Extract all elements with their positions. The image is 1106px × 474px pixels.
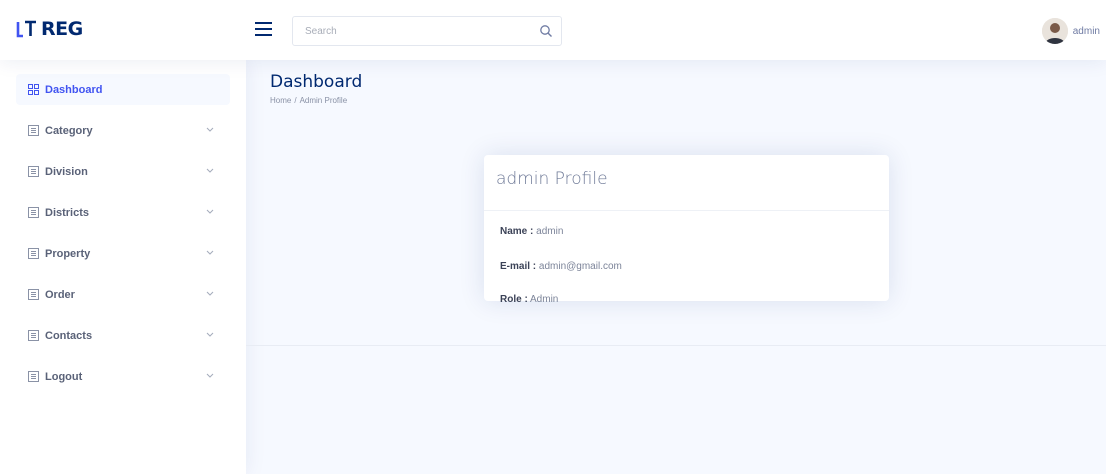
menu-toggle-icon[interactable]: [255, 22, 272, 36]
menu-icon: [28, 330, 39, 341]
field-label: E-mail :: [500, 261, 537, 272]
card-divider: [484, 210, 889, 211]
sidebar-item-property[interactable]: Property: [16, 238, 230, 269]
sidebar-item-label: Logout: [45, 370, 83, 383]
menu-icon: [28, 166, 39, 177]
sidebar: Dashboard Category Division Districts Pr…: [0, 60, 246, 474]
profile-role-field: Role : Admin: [500, 294, 558, 305]
sidebar-item-label: Order: [45, 288, 75, 301]
profile-username: admin: [1072, 25, 1100, 37]
logo-icon: [16, 20, 36, 38]
search-bar: [292, 16, 562, 46]
sidebar-item-districts[interactable]: Districts: [16, 197, 230, 228]
profile-email-field: E-mail : admin@gmail.com: [500, 261, 622, 272]
search-icon[interactable]: [539, 24, 553, 38]
field-value: Admin: [530, 294, 559, 305]
chevron-down-icon: [206, 332, 214, 337]
menu-icon: [28, 207, 39, 218]
sidebar-item-label: Dashboard: [45, 83, 103, 96]
sidebar-item-dashboard[interactable]: Dashboard: [16, 74, 230, 105]
chevron-down-icon: [206, 209, 214, 214]
sidebar-item-label: Category: [45, 124, 93, 137]
sidebar-item-label: Division: [45, 165, 88, 178]
field-value: admin@gmail.com: [538, 261, 622, 272]
grid-icon: [28, 84, 39, 95]
avatar: [1041, 18, 1068, 44]
sidebar-item-label: Districts: [45, 206, 90, 219]
menu-icon: [28, 289, 39, 300]
logo[interactable]: REG: [16, 18, 83, 40]
chevron-down-icon: [206, 373, 214, 378]
breadcrumb: Home / Admin Profile: [270, 96, 362, 105]
breadcrumb-home-link[interactable]: Home: [270, 96, 291, 105]
chevron-down-icon: [206, 291, 214, 296]
logo-text: REG: [41, 18, 83, 40]
search-input[interactable]: [293, 17, 533, 45]
profile-name-field: Name : admin: [500, 226, 563, 237]
sidebar-item-category[interactable]: Category: [16, 115, 230, 146]
field-value: admin: [536, 226, 564, 237]
menu-icon: [28, 125, 39, 136]
field-label: Name :: [500, 226, 534, 237]
menu-icon: [28, 371, 39, 382]
user-profile-menu[interactable]: admin: [1041, 18, 1100, 44]
profile-card: admin Profile Name : admin E-mail : admi…: [484, 155, 889, 305]
sidebar-item-label: Contacts: [45, 329, 93, 342]
sidebar-item-contacts[interactable]: Contacts: [16, 320, 230, 351]
main-content: Dashboard Home / Admin Profile admin Pro…: [246, 60, 1106, 474]
breadcrumb-current: Admin Profile: [299, 96, 348, 105]
menu-icon: [28, 248, 39, 259]
top-header: REG admin: [0, 0, 1106, 60]
sidebar-item-label: Property: [45, 247, 91, 260]
profile-card-title: admin Profile: [496, 169, 608, 189]
footer-divider: [246, 345, 1106, 346]
chevron-down-icon: [206, 168, 214, 173]
sidebar-item-order[interactable]: Order: [16, 279, 230, 310]
field-label: Role :: [500, 294, 528, 305]
page-title-block: Dashboard Home / Admin Profile: [270, 72, 362, 105]
breadcrumb-separator: /: [294, 96, 297, 105]
chevron-down-icon: [206, 250, 214, 255]
page-title: Dashboard: [270, 72, 363, 92]
chevron-down-icon: [206, 127, 214, 132]
sidebar-item-logout[interactable]: Logout: [16, 361, 230, 392]
sidebar-item-division[interactable]: Division: [16, 156, 230, 187]
